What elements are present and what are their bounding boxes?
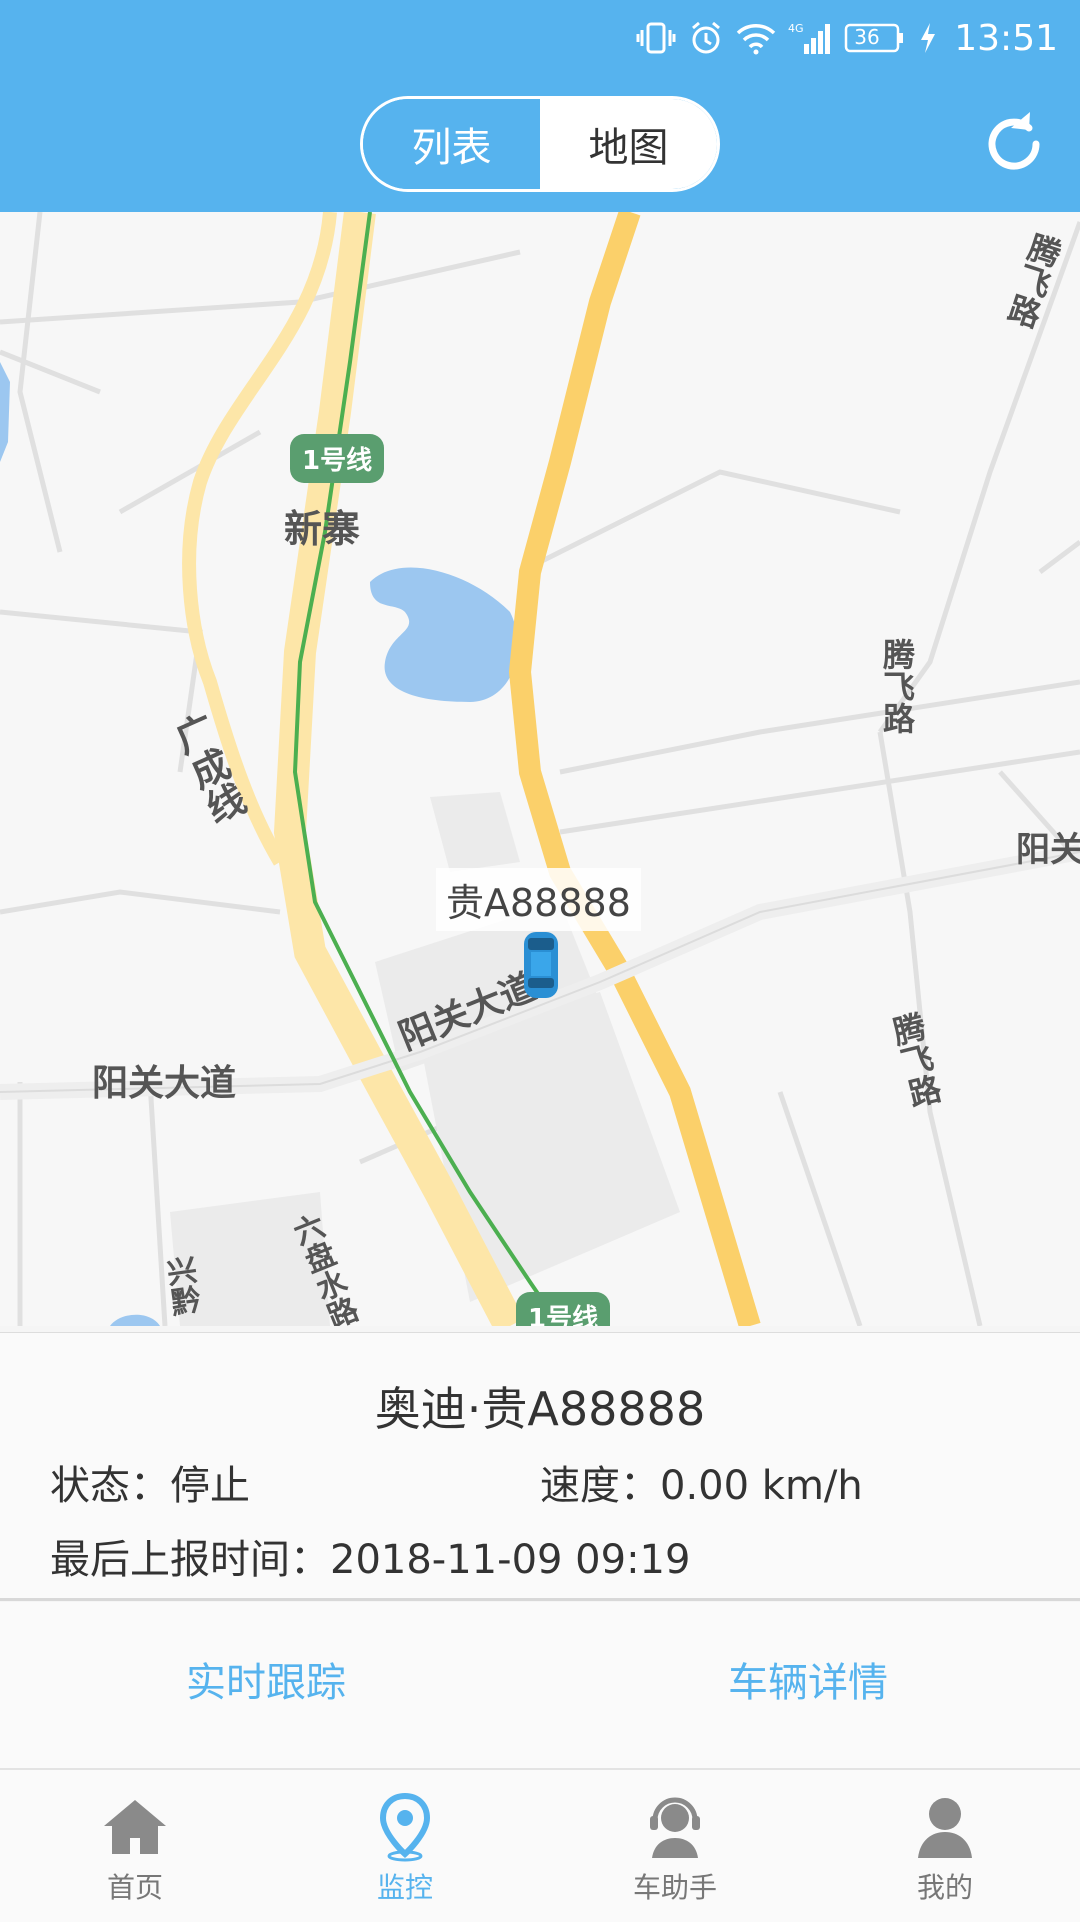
tab-map[interactable]: 地图 — [540, 99, 717, 189]
status-bar: 4G 36 13:51 — [636, 14, 1058, 62]
battery-icon: 36 — [844, 22, 906, 54]
vibrate-icon — [636, 20, 676, 56]
headset-assistant-icon — [650, 1797, 700, 1858]
nav-label-monitor: 监控 — [376, 1871, 433, 1904]
user-icon — [918, 1798, 972, 1858]
vehicle-details-button[interactable]: 车辆详情 — [728, 1650, 888, 1708]
speed-label: 速度： — [540, 1463, 660, 1509]
nav-item-assistant[interactable]: 车助手 — [540, 1770, 810, 1922]
last-report-time: 最后上报时间：2018-11-09 09:19 — [50, 1527, 690, 1585]
top-app-bar: 4G 36 13:51 列表 地图 — [0, 0, 1080, 212]
nav-label-profile: 我的 — [916, 1871, 973, 1904]
network-type: 4G — [788, 22, 804, 35]
map-label-yangguan-east: 阳关 — [1016, 830, 1080, 870]
last-report-label: 最后上报时间： — [50, 1537, 330, 1583]
nav-item-monitor[interactable]: 监控 — [270, 1770, 540, 1922]
charging-icon — [918, 21, 938, 55]
realtime-tracking-button[interactable]: 实时跟踪 — [186, 1650, 346, 1708]
vehicle-marker-label: 贵A88888 — [436, 868, 641, 931]
vehicle-info-panel: 奥迪·贵A88888 状态：停止 速度：0.00 km/h 最后上报时间：201… — [0, 1332, 1080, 1599]
bottom-nav: 首页 监控 车助手 我的 — [0, 1768, 1080, 1922]
wifi-icon — [736, 21, 776, 55]
battery-level: 36 — [854, 25, 880, 49]
map-label-tengfei-mid: 腾飞路 — [878, 638, 916, 734]
nav-item-profile[interactable]: 我的 — [810, 1770, 1080, 1922]
map-view[interactable]: 新寨 广成线 阳关大道 阳关大道 腾飞路 腾飞路 腾飞路 阳关 六盘水路 兴黔 … — [0, 212, 1080, 1326]
nav-label-assistant: 车助手 — [632, 1871, 717, 1904]
cellular-signal-icon: 4G — [788, 20, 832, 56]
last-report-value: 2018-11-09 09:19 — [330, 1537, 691, 1583]
car-marker-icon[interactable] — [521, 930, 561, 1000]
map-label-yangguan-west: 阳关大道 — [92, 1063, 237, 1104]
map-canvas — [0, 212, 1080, 1326]
nav-label-home: 首页 — [106, 1871, 163, 1904]
metro-line-badge: 1号线 — [516, 1292, 611, 1326]
map-label-xingqian: 兴黔 — [158, 1253, 203, 1319]
metro-line-badge: 1号线 — [290, 434, 385, 483]
vehicle-speed: 速度：0.00 km/h — [540, 1453, 863, 1511]
clock: 13:51 — [954, 17, 1058, 59]
location-pin-icon — [379, 1792, 431, 1862]
alarm-icon — [688, 20, 724, 56]
vehicle-actions: 实时跟踪 车辆详情 — [0, 1602, 1080, 1768]
view-toggle: 列表 地图 — [360, 96, 720, 192]
home-icon — [104, 1800, 166, 1854]
nav-item-home[interactable]: 首页 — [0, 1770, 270, 1922]
tab-list[interactable]: 列表 — [363, 99, 540, 189]
map-label-xinzhai: 新寨 — [284, 507, 361, 551]
status-value: 停止 — [170, 1463, 250, 1509]
vehicle-status: 状态：停止 — [50, 1453, 250, 1511]
divider — [0, 1598, 1080, 1601]
status-label: 状态： — [50, 1463, 170, 1509]
refresh-icon[interactable] — [978, 108, 1050, 180]
speed-value: 0.00 km/h — [660, 1463, 863, 1509]
vehicle-title: 奥迪·贵A88888 — [374, 1382, 706, 1436]
